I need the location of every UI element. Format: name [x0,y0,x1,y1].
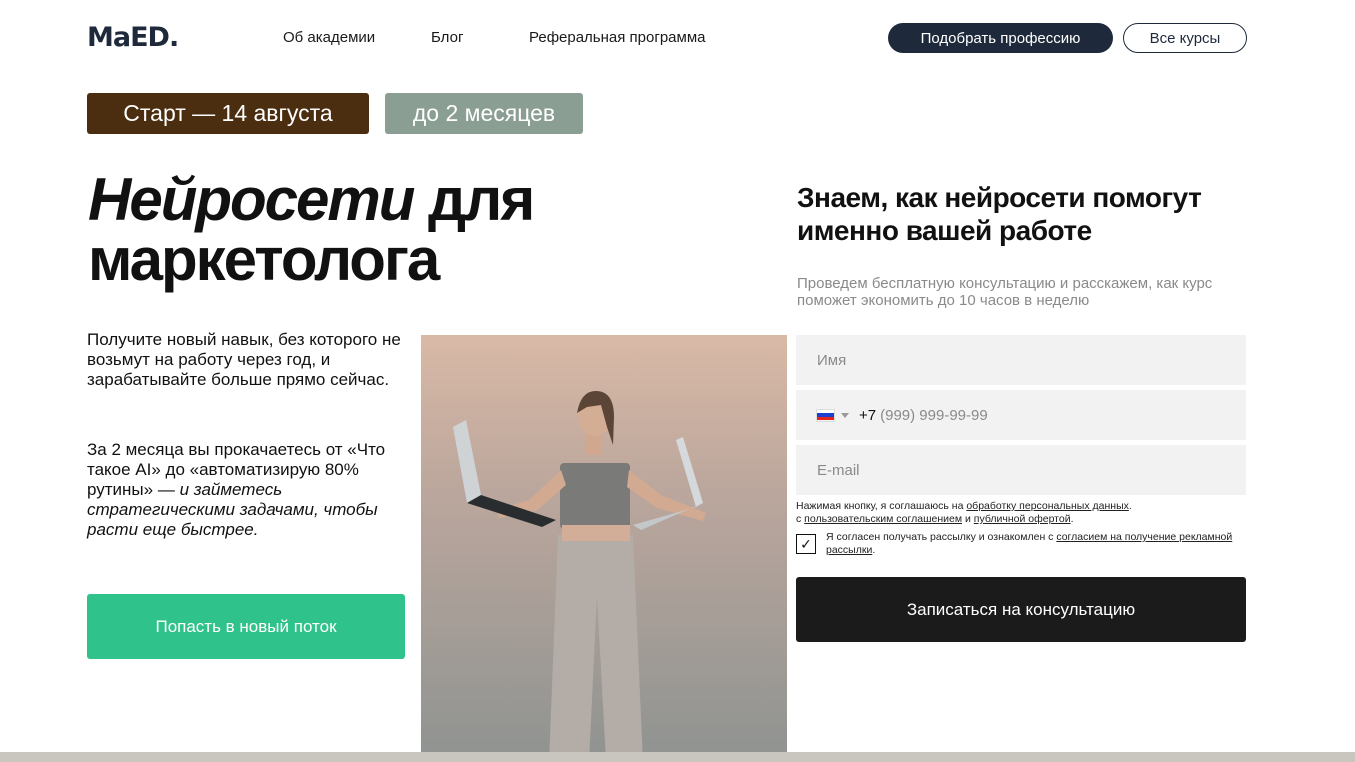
check-icon: ✓ [800,536,812,552]
chevron-down-icon[interactable] [841,412,849,418]
join-stream-button[interactable]: Попасть в новый поток [87,594,405,659]
consent-text-part: и [962,513,974,525]
nav-link-blog[interactable]: Блог [431,29,463,47]
site-header: MaED. Об академии Блог Реферальная прогр… [0,0,1355,76]
hero-lead: Получите новый навык, без которого не во… [87,330,401,389]
newsletter-text-end: . [872,544,876,556]
personal-data-link[interactable]: обработку персональных данных [966,500,1129,512]
nav-link-about[interactable]: Об академии [283,29,375,47]
duration-badge: до 2 месяцев [385,93,583,134]
email-field[interactable]: E-mail [796,445,1246,495]
consent-text-part: . [1070,513,1074,525]
hero-photo-illustration [421,335,787,762]
phone-field[interactable]: +7 (999) 999-99-99 [796,390,1246,440]
choose-profession-button[interactable]: Подобрать профессию [888,23,1113,53]
form-title: Знаем, как нейросети помогут именно ваше… [797,182,1202,246]
newsletter-consent-label: Я согласен получать рассылку и ознакомле… [826,531,1236,557]
submit-consultation-button[interactable]: Записаться на консультацию [796,577,1246,642]
nav-link-referral[interactable]: Реферальная программа [529,29,705,47]
phone-placeholder: (999) 999-99-99 [880,406,988,424]
all-courses-button[interactable]: Все курсы [1123,23,1247,53]
name-field[interactable]: Имя [796,335,1246,385]
page-title-italic: Нейросети [88,166,415,233]
phone-prefix: +7 [859,406,877,424]
bottom-bar [0,752,1355,762]
consent-text-part: Нажимая кнопку, я соглашаюсь на [796,500,967,512]
user-agreement-link[interactable]: пользовательским соглашением [804,513,962,525]
name-placeholder: Имя [817,351,847,369]
newsletter-checkbox[interactable]: ✓ [796,534,816,554]
email-placeholder: E-mail [817,461,860,479]
hero-photo [421,335,787,762]
page-title: Нейросети для маркетолога [88,170,708,290]
hero-description: За 2 месяца вы прокачаетесь от «Что тако… [87,440,417,540]
start-date-badge: Старт — 14 августа [87,93,369,134]
logo[interactable]: MaED. [87,24,179,52]
form-subtitle: Проведем бесплатную консультацию и расск… [797,275,1213,309]
consent-text-part: . [1128,500,1132,512]
russia-flag-icon[interactable] [816,408,835,422]
consent-text-part: с [796,513,805,525]
public-offer-link[interactable]: публичной офертой [974,513,1071,525]
newsletter-text: Я согласен получать рассылку и ознакомле… [826,531,1057,543]
consent-text: Нажимая кнопку, я соглашаюсь на обработк… [796,500,1246,526]
